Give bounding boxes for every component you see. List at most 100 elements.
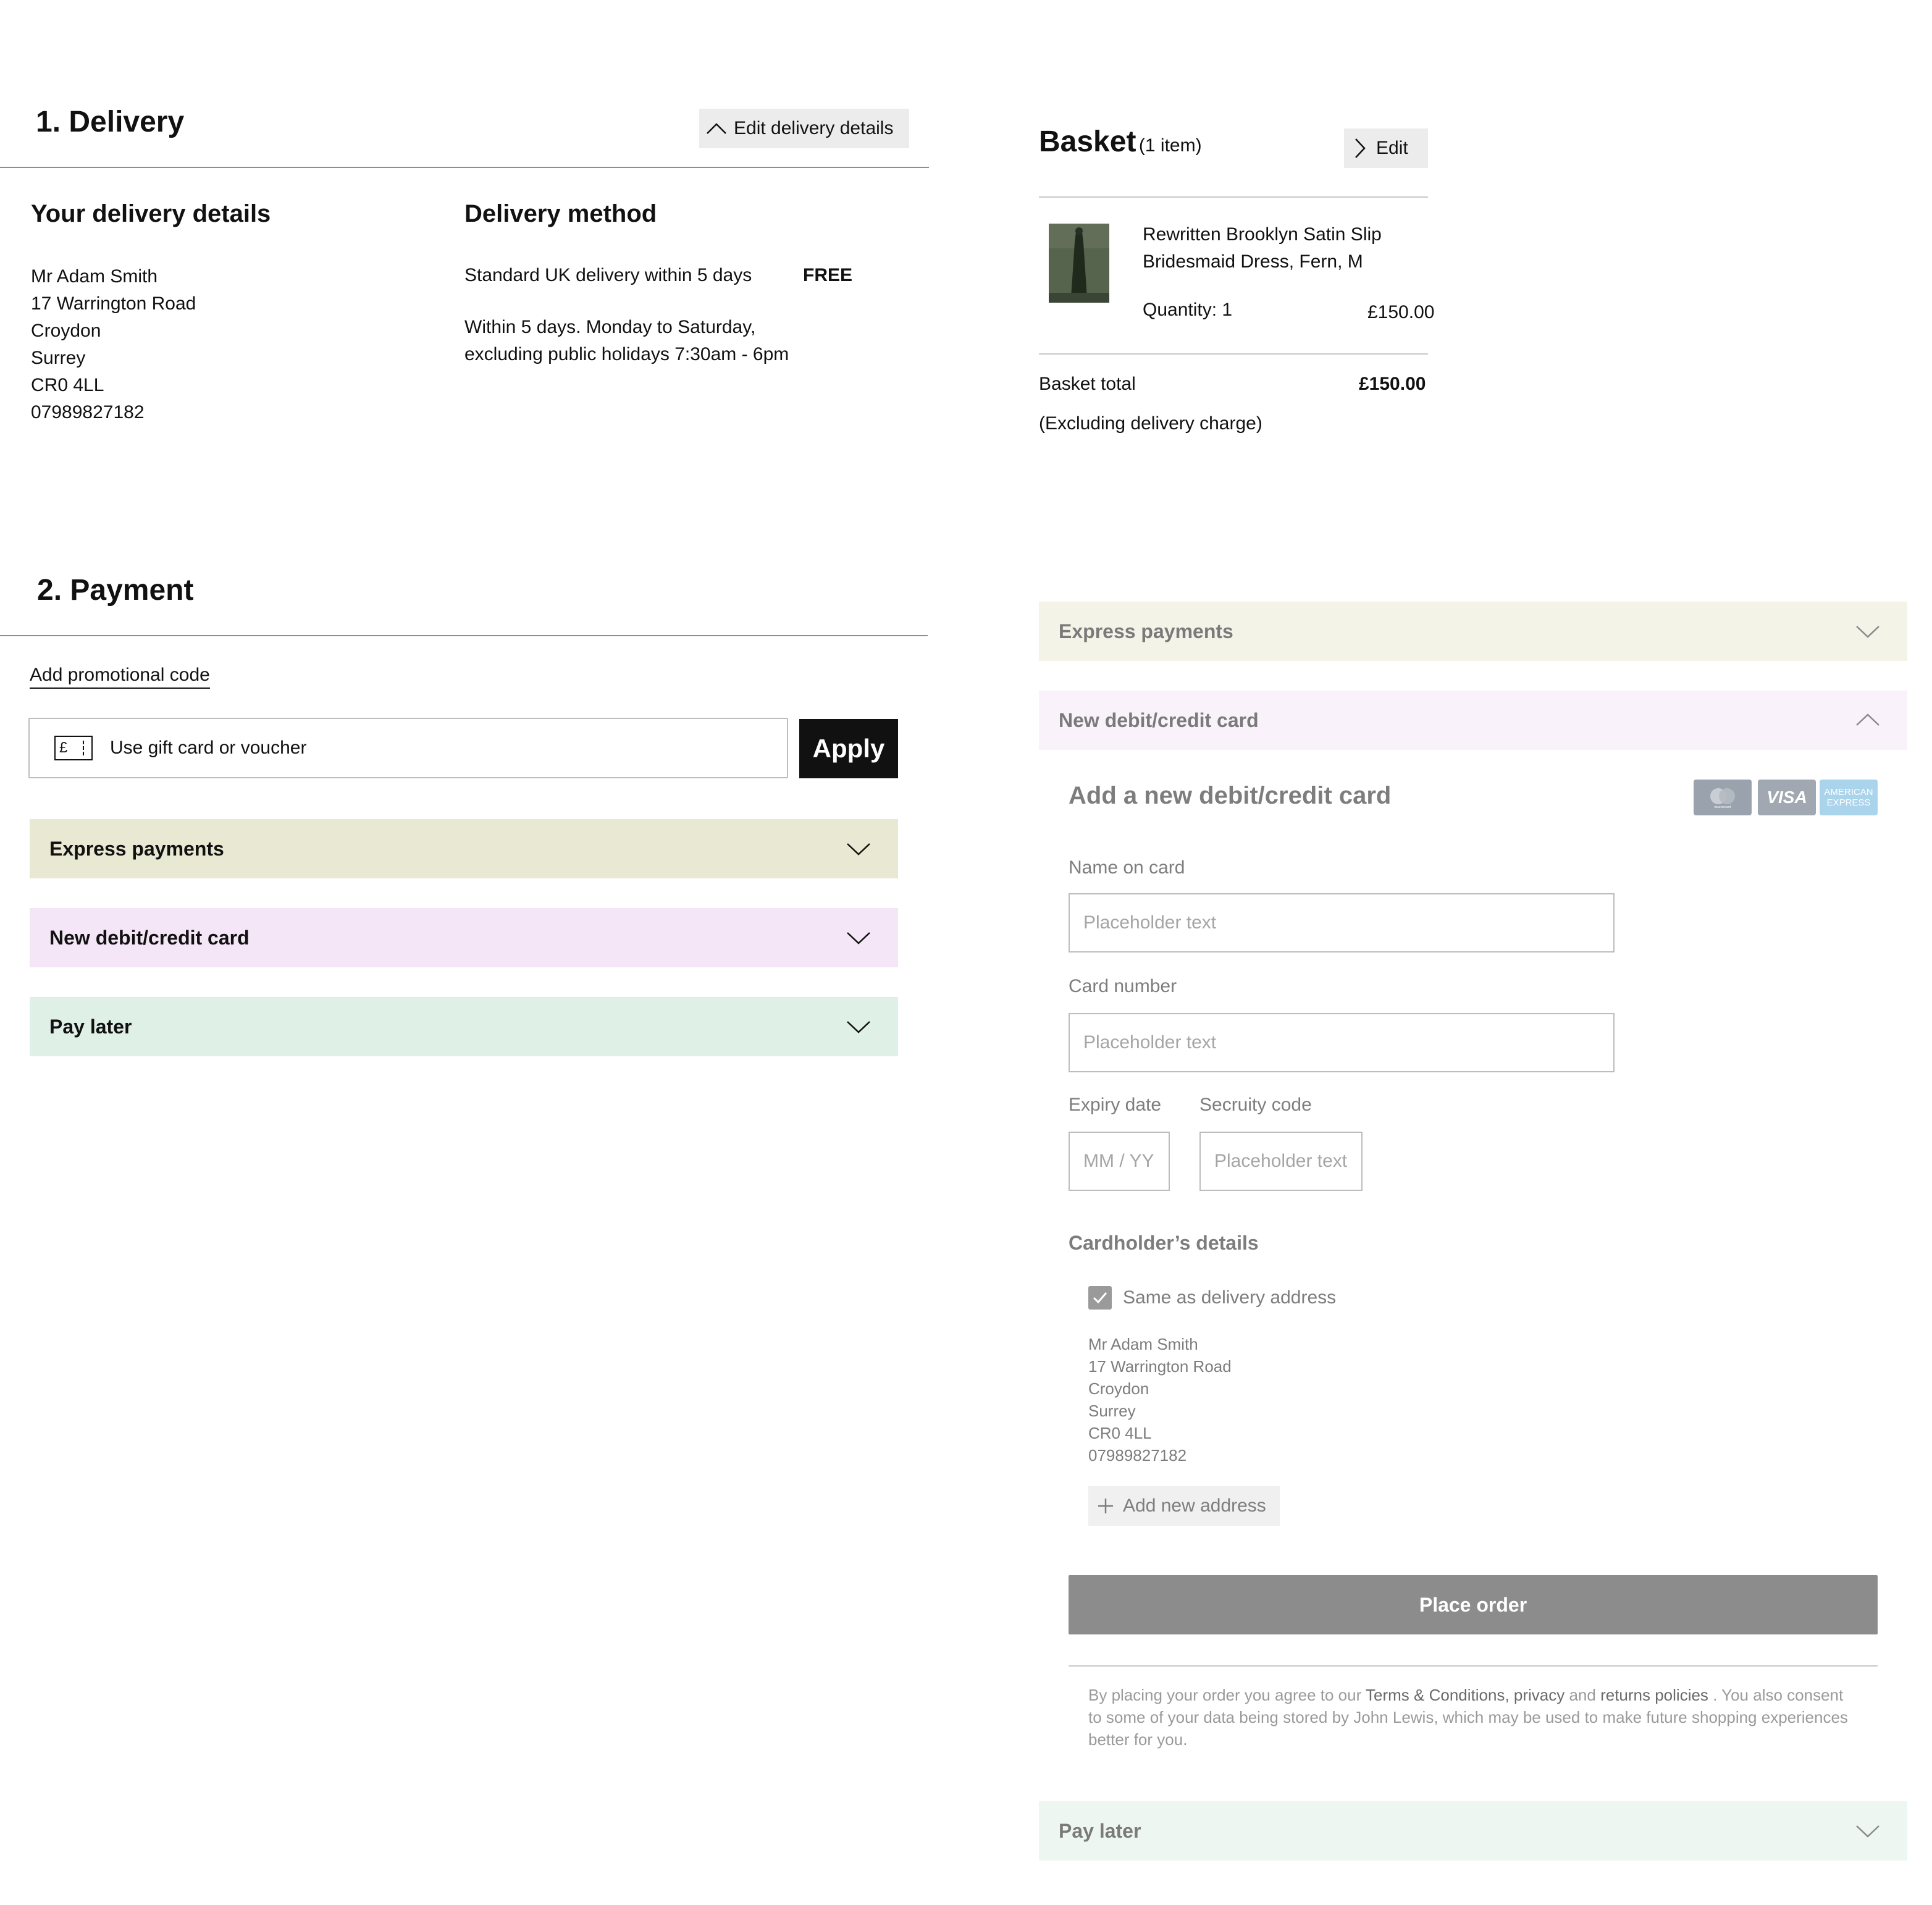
basket-item-quantity: Quantity: 1	[1143, 300, 1233, 320]
pay-later-accordion[interactable]: Pay later	[30, 997, 898, 1056]
address-line: CR0 4LL	[1088, 1424, 1152, 1442]
basket-divider-top	[1039, 196, 1428, 198]
delivery-note-line: excluding public holidays 7:30am - 6pm	[464, 344, 789, 364]
mastercard-wordmark: mastercard	[1715, 805, 1731, 809]
edit-delivery-details-button[interactable]: Edit delivery details	[699, 109, 909, 148]
address-line: Mr Adam Smith	[31, 266, 158, 287]
delivery-method-name: Standard UK delivery within 5 days	[464, 265, 752, 285]
order-legal-text: By placing your order you agree to our T…	[1088, 1684, 1860, 1751]
privacy-link[interactable]: privacy	[1514, 1686, 1564, 1704]
card-number-placeholder: Placeholder text	[1083, 1032, 1217, 1053]
visa-icon: VISA	[1758, 780, 1816, 815]
basket-total-label: Basket total	[1039, 374, 1136, 394]
gift-card-icon-glyph: £	[59, 739, 68, 756]
basket-divider-bottom	[1039, 353, 1428, 355]
legal-and: and	[1564, 1686, 1601, 1704]
chevron-down-icon	[846, 927, 871, 949]
basket-total-note: (Excluding delivery charge)	[1039, 413, 1262, 434]
add-new-address-label: Add new address	[1123, 1495, 1266, 1516]
name-on-card-label: Name on card	[1069, 857, 1185, 878]
add-promo-code-link[interactable]: Add promotional code	[30, 665, 210, 689]
gift-card-icon-dash	[83, 741, 84, 755]
express-payments-label: Express payments	[1059, 620, 1233, 642]
item-name-line: Bridesmaid Dress, Fern, M	[1143, 251, 1363, 272]
address-line: Surrey	[1088, 1402, 1136, 1420]
add-new-address-button[interactable]: Add new address	[1088, 1486, 1280, 1526]
basket-item-name[interactable]: Rewritten Brooklyn Satin Slip Bridesmaid…	[1143, 221, 1382, 275]
address-line: Mr Adam Smith	[1088, 1335, 1198, 1353]
security-code-input[interactable]: Placeholder text	[1199, 1132, 1363, 1191]
chevron-down-icon	[846, 1016, 871, 1038]
express-payments-label: Express payments	[49, 837, 224, 860]
checkmark-icon	[1093, 1292, 1107, 1304]
expiry-date-input[interactable]: MM / YY	[1069, 1132, 1170, 1191]
delivery-method-heading: Delivery method	[464, 200, 657, 227]
same-as-delivery-checkbox[interactable]	[1088, 1286, 1112, 1310]
delivery-method-price: FREE	[803, 265, 853, 285]
security-code-placeholder: Placeholder text	[1214, 1151, 1348, 1171]
address-line: 17 Warrington Road	[1088, 1357, 1232, 1376]
plus-icon	[1088, 1497, 1123, 1515]
basket-item-count: (1 item)	[1138, 135, 1202, 156]
amex-icon: AMERICAN EXPRESS	[1820, 780, 1878, 815]
name-on-card-input[interactable]: Placeholder text	[1069, 893, 1615, 952]
name-on-card-placeholder: Placeholder text	[1083, 912, 1217, 933]
apply-voucher-button[interactable]: Apply	[799, 719, 898, 778]
legal-comma: ,	[1505, 1686, 1514, 1704]
amex-wordmark-1: AMERICAN	[1824, 787, 1873, 797]
address-line: Croydon	[1088, 1379, 1149, 1398]
address-line: 07989827182	[31, 402, 145, 423]
product-thumbnail[interactable]	[1049, 224, 1109, 303]
place-order-button[interactable]: Place order	[1069, 1575, 1878, 1634]
payment-divider	[0, 635, 928, 636]
same-as-delivery-label[interactable]: Same as delivery address	[1123, 1287, 1336, 1308]
delivery-details-heading: Your delivery details	[31, 200, 271, 227]
returns-policies-link[interactable]: returns policies	[1600, 1686, 1708, 1704]
voucher-placeholder: Use gift card or voucher	[110, 738, 307, 758]
gift-card-voucher-input[interactable]: £ Use gift card or voucher	[28, 718, 788, 778]
edit-delivery-details-label: Edit delivery details	[734, 118, 894, 138]
security-code-label: Secruity code	[1199, 1095, 1312, 1115]
item-name-line: Rewritten Brooklyn Satin Slip	[1143, 224, 1382, 245]
delivery-method-note: Within 5 days. Monday to Saturday, exclu…	[464, 314, 789, 368]
card-number-input[interactable]: Placeholder text	[1069, 1013, 1615, 1072]
pay-later-accordion-alt[interactable]: Pay later	[1039, 1801, 1907, 1861]
chevron-down-icon	[1855, 1820, 1880, 1843]
payment-section-title: 2. Payment	[37, 574, 194, 607]
card-number-label: Card number	[1069, 976, 1177, 996]
chevron-up-icon	[699, 122, 734, 135]
mastercard-icon: mastercard	[1694, 780, 1752, 815]
new-card-accordion[interactable]: New debit/credit card	[30, 908, 898, 967]
basket-item-price: £150.00	[1367, 302, 1435, 322]
pay-later-label: Pay later	[1059, 1819, 1141, 1842]
express-payments-accordion[interactable]: Express payments	[30, 819, 898, 878]
cardholder-details-heading: Cardholder’s details	[1069, 1232, 1259, 1254]
new-card-accordion-expanded[interactable]: New debit/credit card	[1039, 691, 1907, 750]
terms-link[interactable]: Terms & Conditions	[1366, 1686, 1505, 1704]
amex-wordmark-2: EXPRESS	[1826, 797, 1871, 808]
basket-edit-button[interactable]: Edit	[1344, 128, 1428, 168]
expiry-date-placeholder: MM / YY	[1083, 1151, 1154, 1171]
chevron-down-icon	[846, 838, 871, 860]
address-line: 07989827182	[1088, 1446, 1187, 1465]
chevron-down-icon	[1855, 620, 1880, 643]
gift-card-icon: £	[54, 736, 93, 760]
delivery-address: Mr Adam Smith 17 Warrington Road Croydon…	[31, 263, 196, 426]
basket-total-value: £150.00	[1359, 374, 1426, 394]
add-card-heading: Add a new debit/credit card	[1069, 782, 1392, 809]
chevron-right-icon	[1344, 138, 1376, 159]
new-card-label: New debit/credit card	[1059, 709, 1259, 731]
delivery-note-line: Within 5 days. Monday to Saturday,	[464, 317, 756, 337]
promo-link-text: Add promotional code	[30, 665, 210, 689]
address-line: Croydon	[31, 321, 101, 341]
basket-edit-label: Edit	[1376, 138, 1408, 158]
delivery-section-title: 1. Delivery	[36, 106, 185, 138]
express-payments-accordion-alt[interactable]: Express payments	[1039, 602, 1907, 661]
legal-divider	[1069, 1665, 1878, 1667]
chevron-up-icon	[1855, 709, 1880, 732]
address-line: CR0 4LL	[31, 375, 104, 395]
new-card-label: New debit/credit card	[49, 926, 250, 949]
address-line: Surrey	[31, 348, 86, 368]
basket-title: Basket (1 item)	[1039, 125, 1202, 159]
address-line: 17 Warrington Road	[31, 293, 196, 314]
